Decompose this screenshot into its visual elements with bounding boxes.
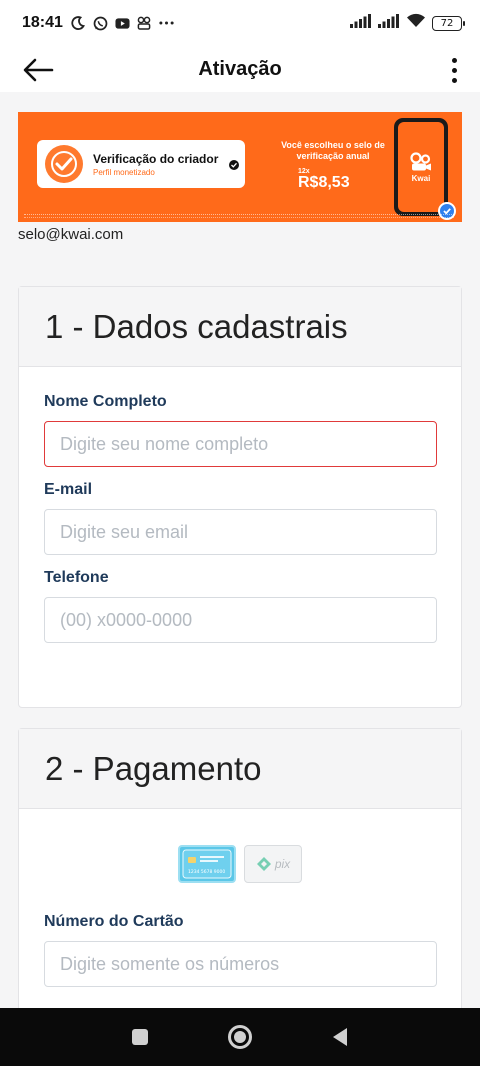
arrow-left-icon bbox=[23, 58, 54, 82]
banner-fineprint bbox=[24, 214, 454, 218]
app-icon bbox=[137, 16, 152, 31]
kwai-logo-icon bbox=[410, 151, 431, 170]
banner-card-subtitle: Perfil monetizado bbox=[93, 167, 155, 177]
wifi-icon bbox=[406, 13, 426, 33]
home-circle-icon[interactable] bbox=[220, 1017, 260, 1057]
moon-icon bbox=[71, 16, 86, 31]
payment-methods: 1234 5678 9000 pix bbox=[44, 845, 436, 883]
email-label: E-mail bbox=[44, 481, 93, 498]
system-nav-bar bbox=[0, 1008, 480, 1066]
app-bar: Ativação bbox=[0, 46, 480, 92]
whatsapp-icon bbox=[93, 16, 108, 31]
name-field[interactable] bbox=[44, 421, 437, 467]
notification-icons bbox=[71, 16, 174, 31]
banner-email-text: selo@kwai.com bbox=[18, 226, 124, 243]
signal-icon bbox=[350, 13, 372, 33]
pix-label: pix bbox=[274, 857, 291, 871]
check-icon bbox=[229, 160, 239, 170]
card-number-label: Número do Cartão bbox=[44, 913, 184, 930]
verified-badge-icon bbox=[45, 145, 83, 183]
phone-brand: Kwai bbox=[411, 173, 431, 183]
recents-square-icon[interactable] bbox=[120, 1017, 160, 1057]
banner-offer: Você escolheu o selo de verificação anua… bbox=[268, 140, 398, 191]
page-title: Ativação bbox=[198, 57, 282, 80]
personal-data-card: 1 - Dados cadastrais Nome Completo E-mai… bbox=[18, 286, 462, 708]
personal-data-header: 1 - Dados cadastrais bbox=[19, 287, 461, 367]
banner-headline-2: verificação anual bbox=[296, 151, 370, 161]
card-number-text: 1234 5678 9000 bbox=[188, 869, 225, 875]
system-icons: 72 bbox=[350, 13, 465, 33]
more-dots-icon bbox=[159, 16, 174, 31]
creator-verification-card: Verificação do criador Perfil monetizado bbox=[37, 140, 245, 188]
payment-card: 2 - Pagamento 1234 5678 9000 pix Número … bbox=[18, 728, 462, 1008]
credit-card-icon: 1234 5678 9000 bbox=[182, 849, 232, 879]
phone-field[interactable] bbox=[44, 597, 437, 643]
status-bar: 18:41 72 bbox=[0, 0, 480, 46]
card-number-field[interactable] bbox=[44, 941, 437, 987]
pix-option[interactable]: pix bbox=[244, 845, 302, 883]
phone-label: Telefone bbox=[44, 569, 109, 586]
banner-card-title: Verificação do criador bbox=[93, 151, 219, 166]
section-title-payment: 2 - Pagamento bbox=[45, 749, 262, 787]
battery-icon: 72 bbox=[432, 15, 465, 31]
back-triangle-icon[interactable] bbox=[320, 1017, 360, 1057]
section-title-personal: 1 - Dados cadastrais bbox=[45, 307, 348, 345]
pix-icon bbox=[256, 857, 271, 871]
email-field[interactable] bbox=[44, 509, 437, 555]
name-label: Nome Completo bbox=[44, 393, 167, 410]
signal-icon bbox=[378, 13, 400, 33]
page-content[interactable]: Verificação do criador Perfil monetizado… bbox=[0, 92, 480, 1008]
credit-card-option[interactable]: 1234 5678 9000 bbox=[178, 845, 236, 883]
banner-headline-1: Você escolheu o selo de bbox=[281, 140, 385, 150]
verification-banner: Verificação do criador Perfil monetizado… bbox=[18, 112, 462, 222]
banner-price: R$8,53 bbox=[298, 174, 350, 191]
phone-illustration: Kwai bbox=[394, 118, 456, 220]
back-button[interactable] bbox=[20, 52, 56, 88]
status-time: 18:41 bbox=[22, 14, 63, 31]
payment-header: 2 - Pagamento bbox=[19, 729, 461, 809]
more-vertical-icon[interactable] bbox=[440, 52, 468, 88]
youtube-icon bbox=[115, 16, 130, 31]
